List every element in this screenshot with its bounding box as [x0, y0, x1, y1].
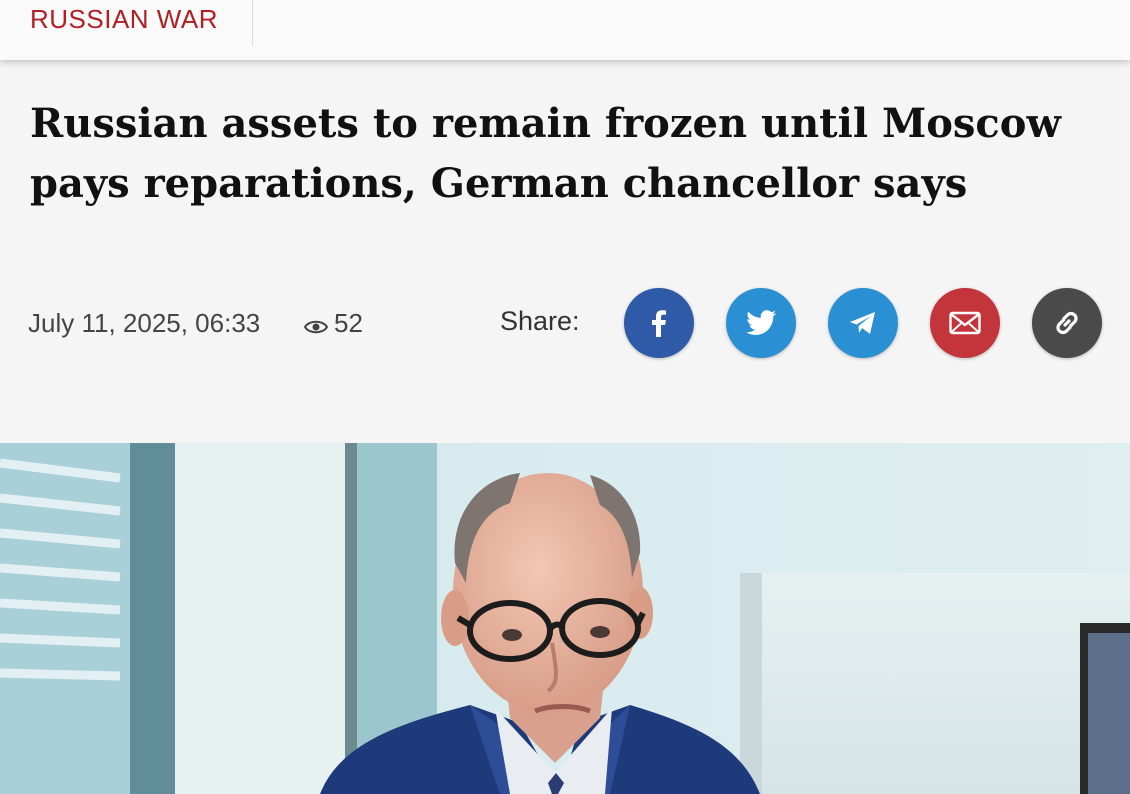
twitter-share-button[interactable]	[726, 288, 796, 358]
telegram-share-button[interactable]	[828, 288, 898, 358]
share-label: Share:	[500, 306, 580, 336]
copy-link-button[interactable]	[1032, 288, 1102, 358]
eye-icon	[304, 320, 328, 334]
twitter-icon	[746, 310, 777, 335]
mail-icon	[949, 311, 981, 335]
telegram-icon	[850, 312, 875, 334]
article-date: July 11, 2025, 06:33	[28, 308, 261, 338]
view-count-value: 52	[334, 308, 363, 338]
category-label[interactable]: RUSSIAN WAR	[30, 4, 218, 35]
facebook-icon	[652, 310, 666, 337]
article-photo-image	[0, 443, 1130, 794]
link-icon	[1056, 311, 1078, 335]
article-headline: Russian assets to remain frozen until Mo…	[30, 100, 1061, 207]
email-share-button[interactable]	[930, 288, 1000, 358]
top-bar: RUSSIAN WAR	[0, 0, 1130, 60]
article-photo	[0, 443, 1130, 794]
facebook-share-button[interactable]	[624, 288, 694, 358]
category-divider	[252, 0, 253, 46]
